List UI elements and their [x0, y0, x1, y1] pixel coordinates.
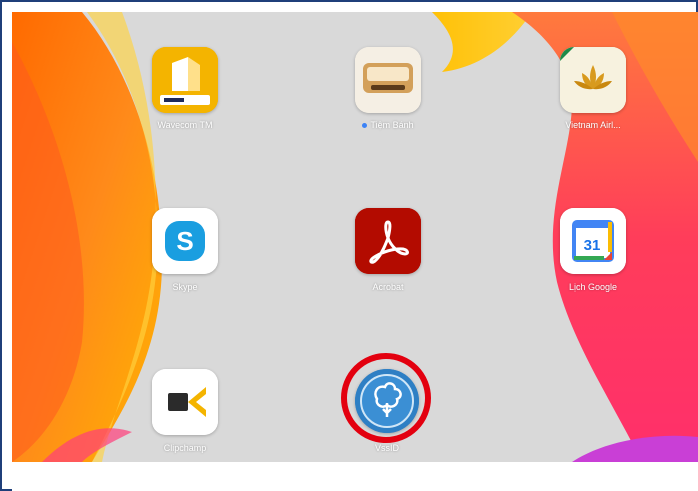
acrobat-app-icon[interactable] — [355, 208, 421, 274]
app-label: Vietnam Airl... — [565, 120, 621, 130]
svg-text:S: S — [176, 226, 193, 256]
tiem-banh-app-icon[interactable] — [355, 47, 421, 113]
google-calendar-app-icon[interactable]: 31 — [560, 208, 626, 274]
app-label: Lịch Google — [568, 282, 618, 292]
app-label: Tiệm Bánh — [328, 120, 448, 131]
building-logo-icon — [152, 47, 218, 113]
highlight-ring — [341, 353, 431, 443]
skype-app-icon[interactable]: S — [152, 208, 218, 274]
app-label: VssID — [374, 443, 399, 453]
app-label: Acrobat — [372, 282, 404, 292]
calendar-day: 31 — [584, 237, 601, 254]
wavecom-app-icon[interactable] — [152, 47, 218, 113]
ipad-home-screen: Wavecom TM Tiệm Bánh Vietnam Airl... S S… — [12, 12, 698, 462]
pdf-icon — [355, 208, 421, 274]
calendar-icon: 31 — [560, 208, 626, 274]
app-label: Clipchamp — [163, 443, 207, 453]
bottom-blank-bar — [12, 462, 698, 491]
app-label: Skype — [172, 282, 198, 292]
lotus-icon — [560, 47, 626, 113]
app-label: Wavecom TM — [157, 120, 213, 130]
clipchamp-app-icon[interactable] — [152, 369, 218, 435]
skype-icon: S — [152, 208, 218, 274]
app-label-text: Tiệm Bánh — [370, 120, 414, 130]
video-camera-icon — [152, 369, 218, 435]
new-update-dot — [362, 123, 368, 129]
vietnam-airlines-app-icon[interactable] — [560, 47, 626, 113]
badge-logo-icon — [355, 47, 421, 113]
